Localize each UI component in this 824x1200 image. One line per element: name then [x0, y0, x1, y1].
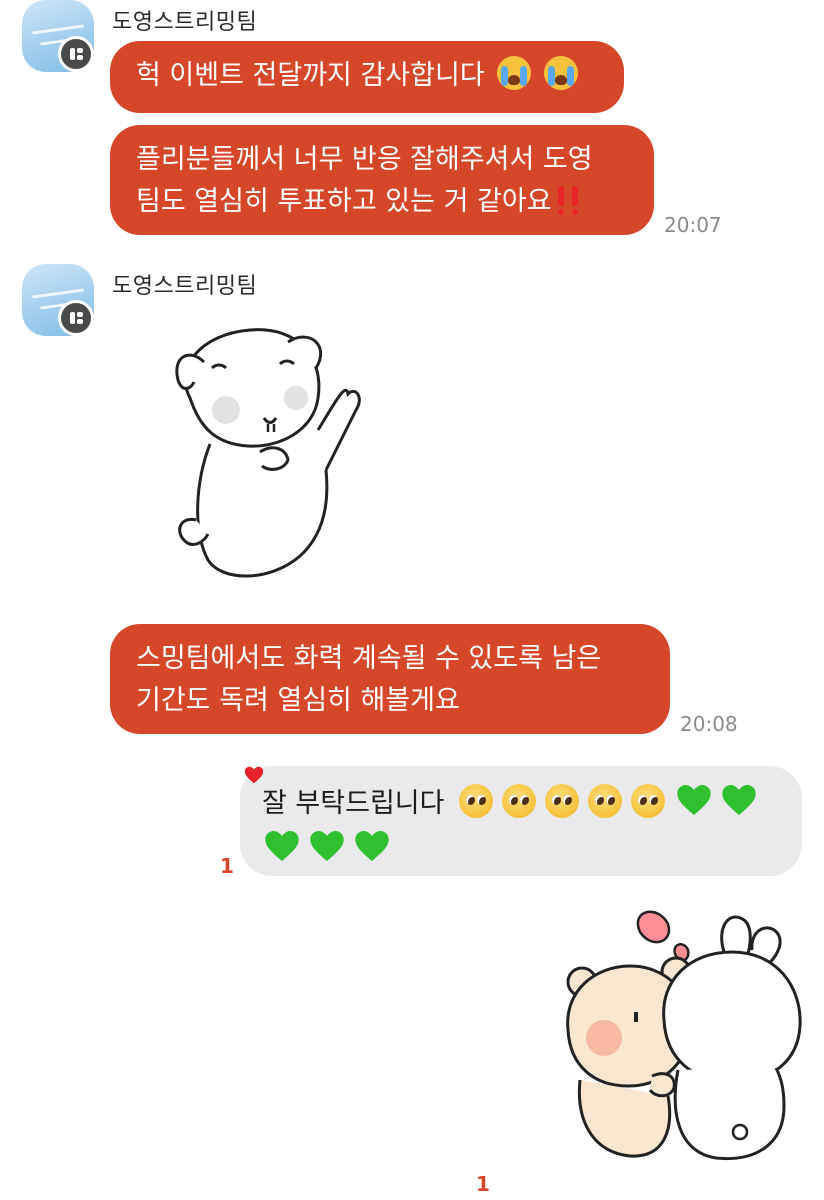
bear-bunny-hug-sticker[interactable]: [556, 900, 806, 1170]
channel-badge-icon: [58, 36, 94, 72]
heart-icon[interactable]: [243, 764, 265, 786]
message-timestamp: 20:08: [680, 712, 738, 736]
green-heart-icon: [722, 785, 756, 815]
pleading-face-icon: [631, 784, 666, 818]
pleading-face-icon: [459, 784, 494, 818]
unread-count: 1: [476, 1172, 490, 1196]
sender-name: 도영스트리밍팀: [112, 274, 258, 299]
message-text-line: 플리분들께서 너무 반응 잘해주셔서 도영: [136, 144, 593, 175]
message-bubble[interactable]: 헉 이벤트 전달까지 감사합니다: [110, 41, 624, 113]
message-bubble[interactable]: 스밍팀에서도 화력 계속될 수 있도록 남은 기간도 독려 열심히 해볼게요: [110, 624, 670, 734]
green-heart-icon: [265, 831, 299, 861]
green-heart-icon: [677, 785, 711, 815]
sender-name: 도영스트리밍팀: [112, 10, 258, 35]
double-exclamation-icon: [570, 186, 580, 216]
pleading-face-icon: [502, 784, 537, 818]
green-heart-icon: [355, 831, 389, 861]
pleading-face-icon: [545, 784, 580, 818]
message-text-line: 기간도 독려 열심히 해볼게요: [136, 685, 460, 716]
outgoing-message-bubble[interactable]: 잘 부탁드립니다: [240, 766, 802, 876]
message-text-line: 스밍팀에서도 화력 계속될 수 있도록 남은: [136, 643, 602, 674]
message-text: 헉 이벤트 전달까지 감사합니다: [136, 60, 485, 91]
loudly-crying-face-icon: [543, 56, 578, 90]
loudly-crying-face-icon: [497, 56, 532, 90]
puppy-sticker[interactable]: [160, 320, 380, 600]
channel-badge-icon: [58, 300, 94, 336]
pleading-face-icon: [588, 784, 623, 818]
message-text: 잘 부탁드립니다: [262, 788, 445, 819]
message-text-line: 팀도 열심히 투표하고 있는 거 같아요: [136, 186, 552, 217]
message-bubble[interactable]: 플리분들께서 너무 반응 잘해주셔서 도영 팀도 열심히 투표하고 있는 거 같…: [110, 125, 654, 235]
double-exclamation-icon: [556, 186, 566, 216]
unread-count: 1: [220, 854, 234, 878]
green-heart-icon: [310, 831, 344, 861]
message-timestamp: 20:07: [664, 213, 722, 237]
